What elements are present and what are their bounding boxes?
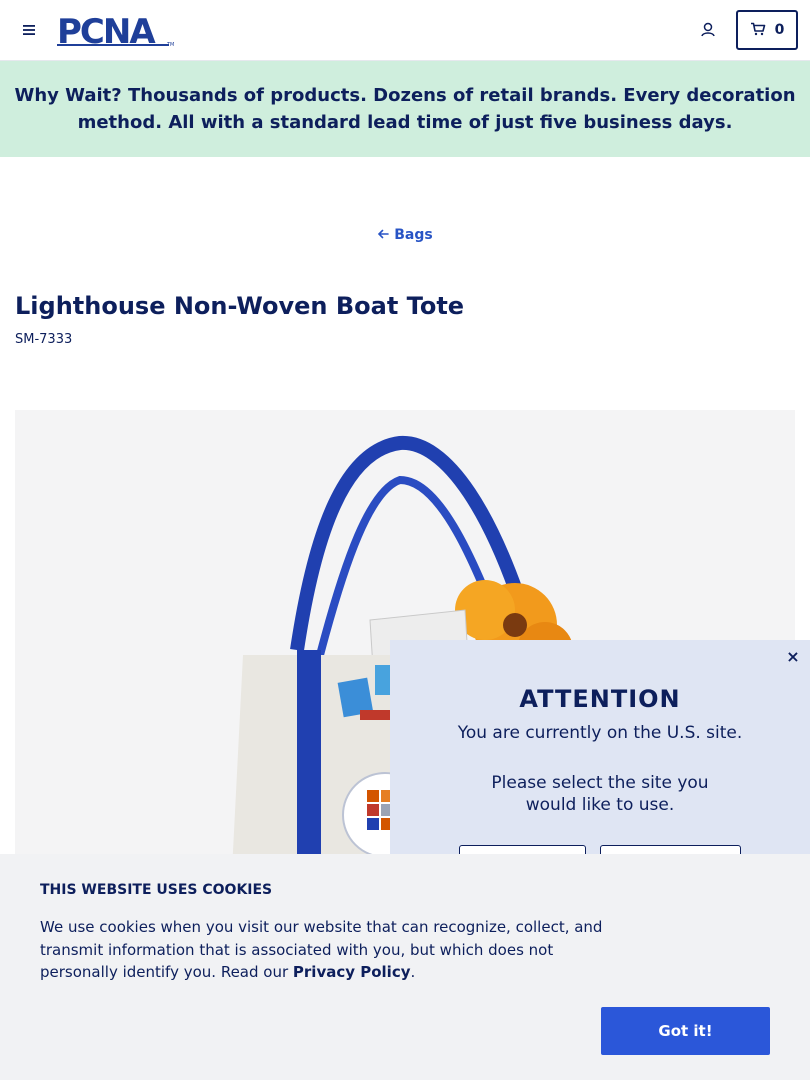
cart-count: 0 xyxy=(774,22,785,38)
svg-text:PCNA: PCNA xyxy=(57,13,156,47)
popup-title: ATTENTION xyxy=(519,685,681,713)
account-icon[interactable] xyxy=(699,21,717,39)
menu-icon[interactable] xyxy=(20,20,38,40)
site-header: PCNA TM 0 xyxy=(0,0,810,61)
popup-current-site-text: You are currently on the U.S. site. xyxy=(457,723,743,743)
cart-icon xyxy=(750,21,766,40)
cookie-period: . xyxy=(410,963,416,981)
product-sku: SM-7333 xyxy=(15,332,73,347)
arrow-left-icon xyxy=(377,225,390,244)
pcna-logo[interactable]: PCNA TM xyxy=(57,12,177,52)
promo-lead: Why Wait? xyxy=(14,85,122,106)
product-title: Lighthouse Non-Woven Boat Tote xyxy=(15,292,465,320)
popup-instruction-text: Please select the site you would like to… xyxy=(491,773,709,815)
got-it-button[interactable]: Got it! xyxy=(601,1007,770,1055)
cookie-title: THIS WEBSITE USES COOKIES xyxy=(40,882,273,898)
cookie-banner: THIS WEBSITE USES COOKIES We use cookies… xyxy=(0,854,810,1080)
cookie-text: We use cookies when you visit our websit… xyxy=(40,916,610,984)
promo-body: Thousands of products. Dozens of retail … xyxy=(77,85,796,133)
svg-text:TM: TM xyxy=(166,42,174,47)
promo-text: Why Wait? Thousands of products. Dozens … xyxy=(12,82,798,136)
close-icon[interactable]: × xyxy=(784,648,802,666)
breadcrumb-back-link[interactable]: Bags xyxy=(0,225,810,244)
breadcrumb-label: Bags xyxy=(394,226,433,243)
cart-button[interactable]: 0 xyxy=(736,10,798,50)
promo-banner: Why Wait? Thousands of products. Dozens … xyxy=(0,61,810,157)
privacy-policy-link[interactable]: Privacy Policy xyxy=(293,963,411,981)
